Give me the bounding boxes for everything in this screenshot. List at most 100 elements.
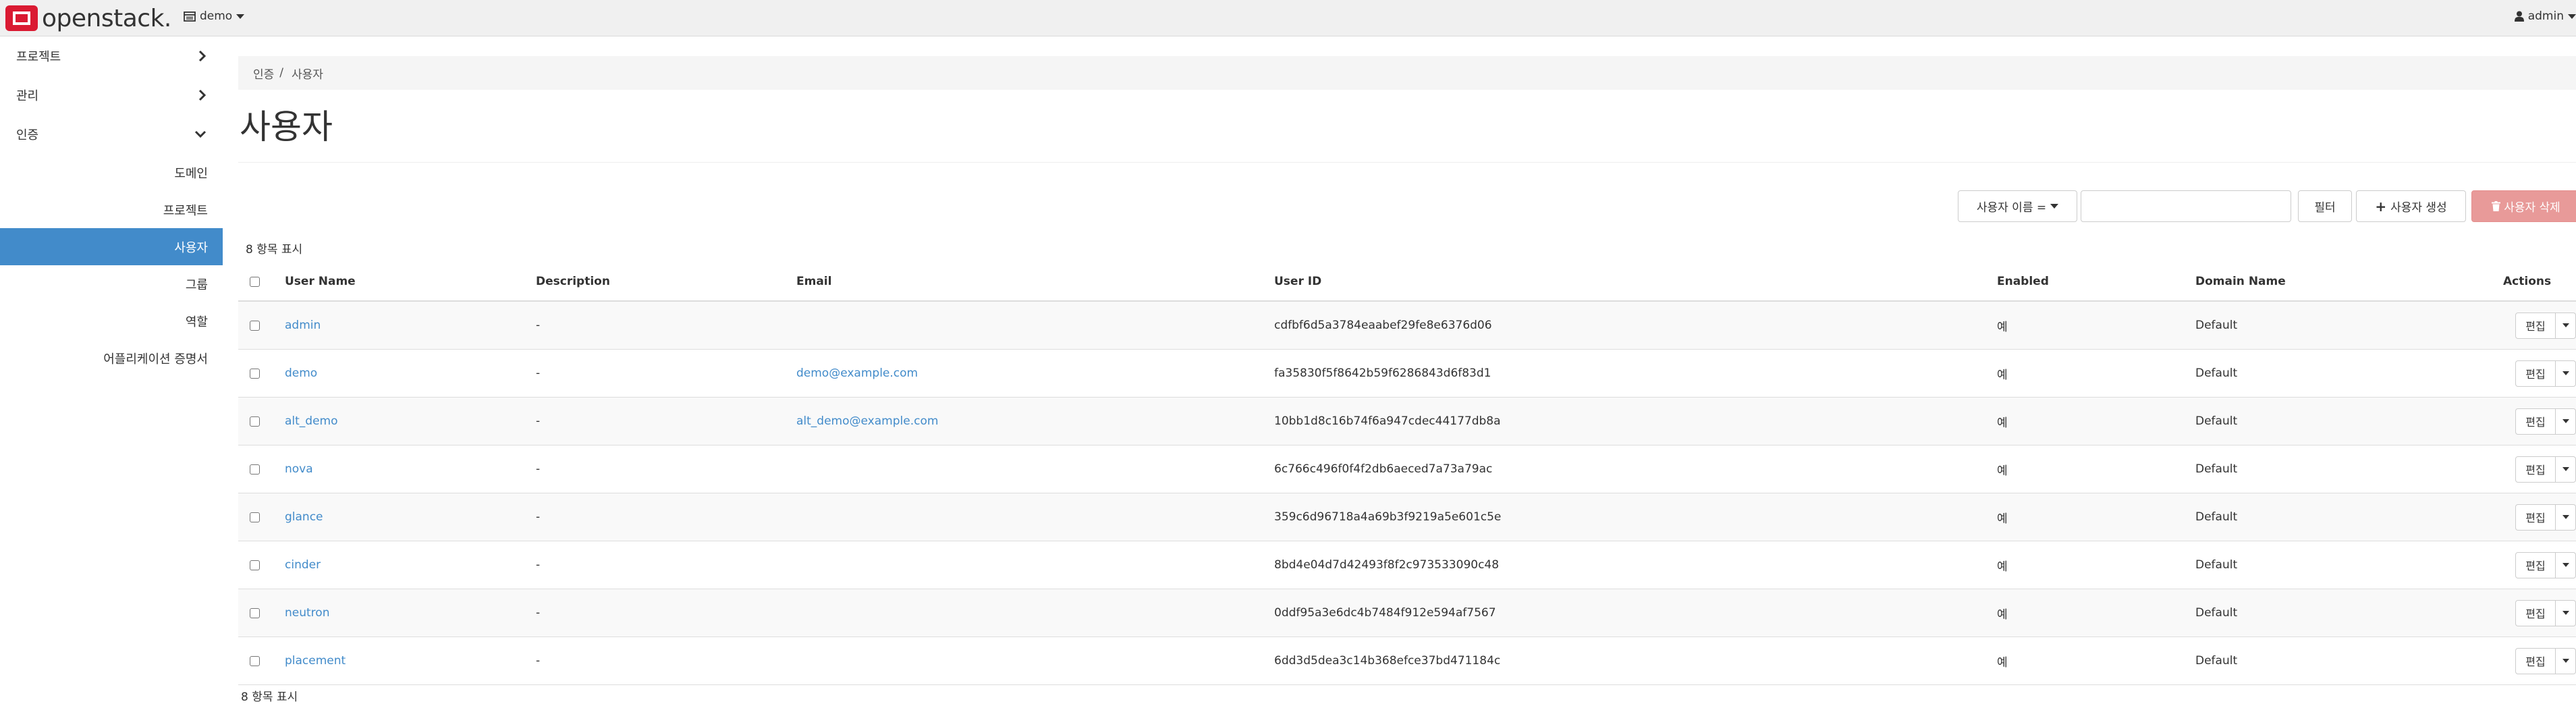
edit-button[interactable]: 편집 bbox=[2515, 456, 2556, 483]
chevron-down-icon bbox=[2562, 611, 2569, 615]
create-user-button[interactable]: + 사용자 생성 bbox=[2356, 190, 2466, 222]
users-table: User Name Description Email User ID Enab… bbox=[238, 263, 2576, 685]
edit-button[interactable]: 편집 bbox=[2515, 360, 2556, 387]
chevron-down-icon bbox=[2562, 515, 2569, 519]
row-actions-dropdown[interactable] bbox=[2556, 504, 2576, 531]
edit-button[interactable]: 편집 bbox=[2515, 504, 2556, 531]
user-id: 8bd4e04d7d42493f8f2c973533090c48 bbox=[1274, 541, 1997, 589]
column-header-description[interactable]: Description bbox=[536, 263, 796, 302]
sidebar-item-label: 프로젝트 bbox=[163, 203, 208, 218]
row-actions-dropdown[interactable] bbox=[2556, 312, 2576, 339]
column-header-user-id[interactable]: User ID bbox=[1274, 263, 1997, 302]
row-actions: 편집 bbox=[2503, 360, 2576, 387]
edit-button[interactable]: 편집 bbox=[2515, 599, 2556, 626]
create-user-label: 사용자 생성 bbox=[2390, 201, 2447, 215]
select-all-cell bbox=[238, 263, 285, 302]
user-enabled: 예 bbox=[1997, 493, 2195, 541]
edit-button[interactable]: 편집 bbox=[2515, 551, 2556, 578]
sidebar-group-admin[interactable]: 관리 bbox=[0, 76, 223, 115]
table-row: alt_demo - alt_demo@example.com 10bb1d8c… bbox=[238, 397, 2576, 445]
chevron-down-icon bbox=[2050, 204, 2059, 209]
sidebar-item-application-credentials[interactable]: 어플리케이션 증명서 bbox=[0, 340, 223, 377]
user-description: - bbox=[536, 300, 796, 350]
user-id: 6c766c496f0f4f2db6aeced7a73a79ac bbox=[1274, 445, 1997, 493]
row-actions-dropdown[interactable] bbox=[2556, 551, 2576, 578]
user-email-link[interactable]: alt_demo@example.com bbox=[796, 414, 938, 428]
sidebar-item-groups[interactable]: 그룹 bbox=[0, 265, 223, 302]
table-header-row: User Name Description Email User ID Enab… bbox=[238, 263, 2576, 302]
user-menu[interactable]: admin bbox=[2514, 9, 2576, 23]
project-selector[interactable]: demo bbox=[184, 9, 245, 23]
table-actions: 사용자 이름 = 필터 + 사용자 생성 사용자 삭제 bbox=[1958, 190, 2576, 223]
column-header-user-name[interactable]: User Name bbox=[285, 263, 536, 302]
row-actions: 편집 bbox=[2503, 647, 2576, 674]
user-email-link[interactable]: demo@example.com bbox=[796, 367, 918, 380]
row-checkbox[interactable] bbox=[250, 464, 260, 475]
edit-button[interactable]: 편집 bbox=[2515, 312, 2556, 339]
user-description: - bbox=[536, 541, 796, 589]
user-domain: Default bbox=[2195, 541, 2503, 589]
row-checkbox[interactable] bbox=[250, 368, 260, 379]
filter-button-label: 필터 bbox=[2314, 201, 2336, 215]
filter-button[interactable]: 필터 bbox=[2298, 190, 2352, 222]
sidebar-item-label: 역할 bbox=[185, 315, 208, 329]
edit-button[interactable]: 편집 bbox=[2515, 647, 2556, 674]
sidebar-item-domains[interactable]: 도메인 bbox=[0, 154, 223, 191]
select-all-checkbox[interactable] bbox=[250, 276, 260, 287]
breadcrumb-separator: / bbox=[279, 66, 284, 80]
column-header-domain-name[interactable]: Domain Name bbox=[2195, 263, 2503, 302]
filter-input[interactable] bbox=[2081, 190, 2291, 222]
sidebar-item-roles[interactable]: 역할 bbox=[0, 302, 223, 340]
edit-button[interactable]: 편집 bbox=[2515, 408, 2556, 435]
user-description: - bbox=[536, 445, 796, 493]
row-actions-dropdown[interactable] bbox=[2556, 456, 2576, 483]
column-header-email[interactable]: Email bbox=[796, 263, 1274, 302]
sidebar-item-label: 어플리케이션 증명서 bbox=[103, 352, 208, 367]
row-checkbox[interactable] bbox=[250, 655, 260, 666]
user-name-link[interactable]: neutron bbox=[285, 606, 329, 620]
sidebar-item-projects[interactable]: 프로젝트 bbox=[0, 191, 223, 228]
chevron-right-icon bbox=[198, 89, 207, 101]
table-row: neutron - 0ddf95a3e6dc4b7484f912e594af75… bbox=[238, 589, 2576, 637]
user-name-link[interactable]: nova bbox=[285, 462, 313, 476]
row-actions-dropdown[interactable] bbox=[2556, 599, 2576, 626]
project-name: demo bbox=[200, 9, 233, 23]
delete-users-button[interactable]: 사용자 삭제 bbox=[2471, 190, 2576, 222]
chevron-down-icon bbox=[2562, 563, 2569, 567]
row-checkbox[interactable] bbox=[250, 416, 260, 427]
sidebar-item-label: 그룹 bbox=[185, 277, 208, 292]
row-checkbox[interactable] bbox=[250, 607, 260, 618]
sidebar-group-identity[interactable]: 인증 bbox=[0, 115, 223, 154]
row-checkbox[interactable] bbox=[250, 560, 260, 570]
user-id: fa35830f5f8642b59f6286843d6f83d1 bbox=[1274, 349, 1997, 398]
user-name-link[interactable]: admin bbox=[285, 319, 321, 332]
breadcrumb-parent[interactable]: 인증 bbox=[253, 65, 274, 82]
user-name-link[interactable]: cinder bbox=[285, 558, 321, 572]
breadcrumb: 인증 / 사용자 bbox=[238, 56, 2576, 90]
user-name-link[interactable]: demo bbox=[285, 367, 317, 380]
user-domain: Default bbox=[2195, 397, 2503, 445]
sidebar-group-label: 프로젝트 bbox=[16, 50, 61, 64]
user-name-link[interactable]: placement bbox=[285, 654, 346, 668]
sidebar-group-label: 인증 bbox=[16, 128, 39, 142]
column-header-enabled[interactable]: Enabled bbox=[1997, 263, 2195, 302]
breadcrumb-current: 사용자 bbox=[292, 67, 323, 82]
row-checkbox[interactable] bbox=[250, 512, 260, 522]
chevron-down-icon bbox=[2562, 323, 2569, 327]
page-title: 사용자 bbox=[240, 107, 333, 146]
sidebar-item-users[interactable]: 사용자 bbox=[0, 228, 223, 265]
sidebar-item-label: 도메인 bbox=[174, 166, 208, 181]
filter-field-dropdown[interactable]: 사용자 이름 = bbox=[1958, 190, 2077, 222]
table-row: admin - cdfbf6d5a3784eaabef29fe8e6376d06… bbox=[238, 300, 2576, 350]
user-name-link[interactable]: glance bbox=[285, 510, 323, 524]
user-name-link[interactable]: alt_demo bbox=[285, 414, 338, 428]
row-checkbox[interactable] bbox=[250, 320, 260, 331]
brand[interactable]: openstack. bbox=[5, 3, 171, 33]
user-enabled: 예 bbox=[1997, 445, 2195, 493]
row-actions-dropdown[interactable] bbox=[2556, 647, 2576, 674]
sidebar-group-project[interactable]: 프로젝트 bbox=[0, 36, 223, 76]
row-actions-dropdown[interactable] bbox=[2556, 360, 2576, 387]
sidebar: 프로젝트 관리 인증 도메인 프로젝트 사용자 그룹 역할 어플리케이션 증명서 bbox=[0, 36, 223, 377]
top-navbar: openstack. demo admin bbox=[0, 0, 2576, 36]
row-actions-dropdown[interactable] bbox=[2556, 408, 2576, 435]
